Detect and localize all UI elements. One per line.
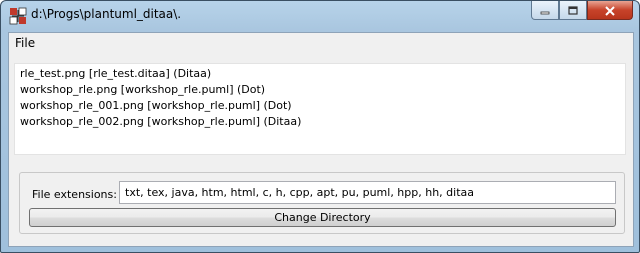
caption-buttons — [531, 1, 633, 21]
app-window: d:\Progs\plantuml_ditaa\. File rle_test.… — [0, 0, 640, 253]
minimize-icon — [539, 1, 551, 20]
menu-file[interactable]: File — [15, 36, 35, 50]
extensions-panel: File extensions: txt, tex, java, htm, ht… — [19, 172, 625, 234]
title-bar[interactable]: d:\Progs\plantuml_ditaa\. — [1, 1, 639, 31]
menu-bar: File — [9, 33, 633, 53]
list-item[interactable]: workshop_rle.png [workshop_rle.puml] (Do… — [15, 82, 625, 98]
change-directory-button[interactable]: Change Directory — [29, 208, 616, 227]
file-extensions-label: File extensions: — [32, 188, 117, 201]
maximize-icon — [567, 1, 579, 20]
list-item[interactable]: workshop_rle_001.png [workshop_rle.puml]… — [15, 98, 625, 114]
minimize-button[interactable] — [531, 1, 559, 20]
close-icon — [604, 1, 616, 20]
maximize-button[interactable] — [559, 1, 587, 20]
client-area: File rle_test.png [rle_test.ditaa] (Dita… — [8, 32, 634, 247]
window-title: d:\Progs\plantuml_ditaa\. — [31, 7, 182, 21]
plantuml-app-icon — [9, 7, 27, 25]
file-list[interactable]: rle_test.png [rle_test.ditaa] (Ditaa) wo… — [14, 63, 626, 155]
list-item[interactable]: rle_test.png [rle_test.ditaa] (Ditaa) — [15, 66, 625, 82]
close-button[interactable] — [587, 1, 633, 20]
list-item[interactable]: workshop_rle_002.png [workshop_rle.puml]… — [15, 114, 625, 130]
file-extensions-input[interactable]: txt, tex, java, htm, html, c, h, cpp, ap… — [119, 181, 616, 204]
